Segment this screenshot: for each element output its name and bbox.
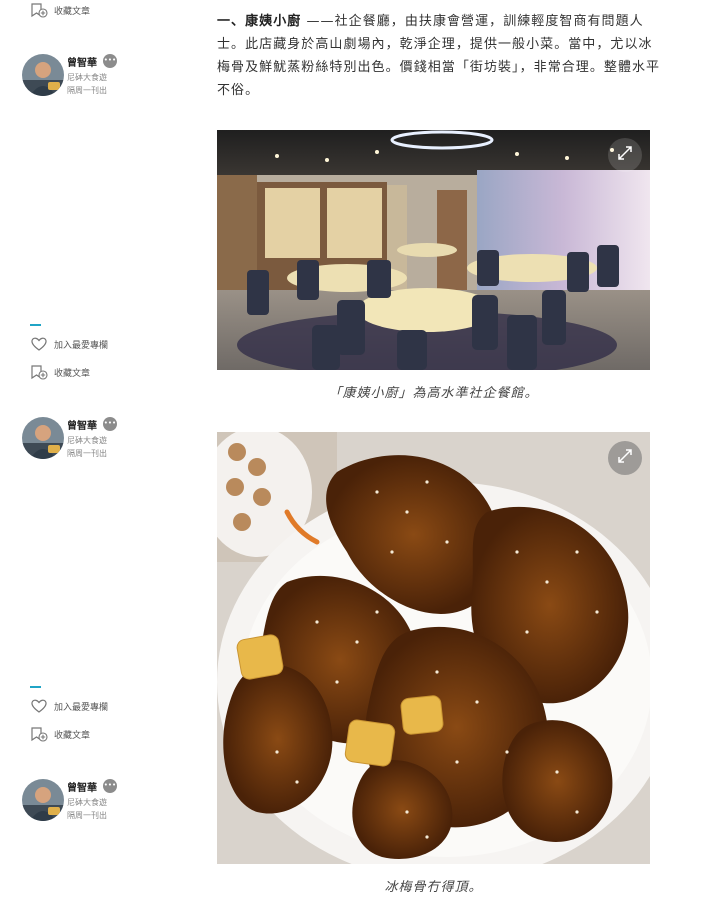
expand-image-button[interactable]: [608, 441, 642, 475]
expand-image-button[interactable]: [608, 138, 642, 172]
author-card: 曾智華 ••• 尼砵大食遊 隔周一刊出: [22, 417, 192, 463]
author-column-name: 尼砵大食遊: [67, 436, 107, 445]
author-column-name: 尼砵大食遊: [67, 798, 107, 807]
expand-icon: [617, 448, 633, 468]
author-column-name: 尼砵大食遊: [67, 73, 107, 82]
accent-divider: [30, 324, 41, 326]
bookmark-add-icon: [30, 2, 48, 18]
save-article-button[interactable]: 收藏文章: [30, 724, 90, 744]
restaurant-interior-photo[interactable]: [217, 130, 650, 370]
avatar[interactable]: [22, 54, 64, 96]
save-article-button[interactable]: 收藏文章: [30, 0, 90, 20]
add-favorite-column-label: 加入最愛專欄: [54, 702, 109, 713]
add-favorite-column-label: 加入最愛專欄: [54, 340, 109, 351]
save-article-label: 收藏文章: [54, 730, 91, 741]
author-card: 曾智華 ••• 尼砵大食遊 隔周一刊出: [22, 54, 192, 100]
author-frequency: 隔周一刊出: [67, 449, 107, 458]
save-article-label: 收藏文章: [54, 368, 91, 379]
author-card: 曾智華 ••• 尼砵大食遊 隔周一刊出: [22, 779, 192, 825]
save-article-button[interactable]: 收藏文章: [30, 362, 90, 382]
author-name[interactable]: 曾智華: [67, 54, 97, 69]
more-options-button[interactable]: •••: [103, 54, 117, 68]
add-favorite-column-button[interactable]: 加入最愛專欄: [30, 696, 108, 716]
author-name[interactable]: 曾智華: [67, 417, 97, 432]
article-paragraph: 一、康姨小廚 ——社企餐廳，由扶康會營運，訓練輕度智商有問題人士。此店藏身於高山…: [217, 10, 663, 102]
heart-icon: [30, 336, 48, 352]
more-options-button[interactable]: •••: [103, 779, 117, 793]
image-caption: 冰梅骨冇得頂。: [384, 880, 483, 895]
save-article-label: 收藏文章: [54, 6, 91, 17]
avatar[interactable]: [22, 779, 64, 821]
bookmark-add-icon: [30, 726, 48, 742]
more-options-button[interactable]: •••: [103, 417, 117, 431]
avatar[interactable]: [22, 417, 64, 459]
bookmark-add-icon: [30, 364, 48, 380]
author-frequency: 隔周一刊出: [67, 86, 107, 95]
dish-photo[interactable]: [217, 432, 650, 864]
expand-icon: [617, 145, 633, 165]
image-caption: 「康姨小廚」為高水準社企餐館。: [328, 386, 539, 401]
accent-divider: [30, 686, 41, 688]
restaurant-heading: 一、康姨小廚: [217, 14, 302, 29]
author-sidebar: 收藏文章 曾智華 ••• 尼砵大食遊 隔周一刊出 加入最愛專欄 收藏文章 曾智華…: [0, 0, 200, 924]
author-name[interactable]: 曾智華: [67, 779, 97, 794]
add-favorite-column-button[interactable]: 加入最愛專欄: [30, 334, 108, 354]
heart-icon: [30, 698, 48, 714]
author-frequency: 隔周一刊出: [67, 811, 107, 820]
